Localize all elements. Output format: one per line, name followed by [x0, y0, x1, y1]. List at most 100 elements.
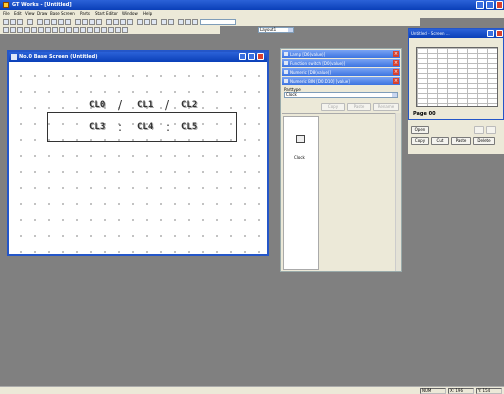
process-lamp[interactable]: Lamp [D6(value)] ×	[282, 50, 400, 58]
clock-field-cl1[interactable]: CL1	[137, 100, 153, 110]
pie-icon[interactable]	[59, 27, 65, 33]
chevron-down-icon[interactable]	[288, 28, 293, 32]
help-icon[interactable]	[168, 19, 174, 25]
redo-icon[interactable]	[65, 19, 71, 25]
fill-icon[interactable]	[73, 27, 79, 33]
menu-parts[interactable]: Parts	[80, 11, 90, 16]
open-icon[interactable]	[10, 19, 16, 25]
grid-icon[interactable]	[151, 19, 157, 25]
screen-thumbnail[interactable]	[416, 47, 498, 107]
process-numeric[interactable]: Numeric [D8(value)] ×	[282, 68, 400, 76]
open-button[interactable]: Open	[411, 126, 429, 134]
flip-icon[interactable]	[137, 19, 143, 25]
menu-bar: File Edit View Draw Base Screen Parts St…	[0, 10, 504, 18]
maximize-button[interactable]	[486, 1, 494, 9]
screen-icon[interactable]	[192, 19, 198, 25]
parttype-select[interactable]: Clock	[284, 92, 398, 98]
undo-icon[interactable]	[58, 19, 64, 25]
print-icon[interactable]	[27, 19, 33, 25]
circle-icon[interactable]	[45, 27, 51, 33]
copy-button[interactable]: Copy	[321, 103, 345, 111]
close-button[interactable]	[496, 1, 503, 9]
clock-field-cl0[interactable]: CL0	[89, 100, 105, 110]
clock-part-icon[interactable]	[296, 135, 305, 143]
zoom-input[interactable]	[200, 19, 236, 25]
front-icon[interactable]	[106, 19, 112, 25]
properties-icon[interactable]	[161, 19, 167, 25]
menu-window[interactable]: Window	[122, 11, 138, 16]
menu-start-editor[interactable]: Start Editor	[95, 11, 118, 16]
clock-field-cl3[interactable]: CL3	[89, 122, 105, 132]
delete-button[interactable]: Delete	[473, 137, 495, 145]
clock-field-cl4[interactable]: CL4	[137, 122, 153, 132]
menu-view[interactable]: View	[25, 11, 35, 16]
parts-icon[interactable]	[80, 27, 86, 33]
menu-draw[interactable]: Draw	[37, 11, 47, 16]
align-center-icon[interactable]	[82, 19, 88, 25]
menu-base-screen[interactable]: Base Screen	[50, 11, 75, 16]
menu-file[interactable]: File	[3, 11, 10, 16]
close-icon[interactable]: ×	[393, 78, 399, 84]
base-maximize-button[interactable]	[248, 53, 255, 60]
rename-button[interactable]: Rename	[373, 103, 399, 111]
layer-select[interactable]: Layout1	[258, 27, 294, 33]
switch-tool-icon[interactable]	[101, 27, 107, 33]
rotate-icon[interactable]	[144, 19, 150, 25]
base-close-button[interactable]	[257, 53, 264, 60]
process-function-switch[interactable]: Function switch [D0(value)] ×	[282, 59, 400, 67]
close-icon[interactable]: ×	[393, 69, 399, 75]
parts-scrollbar[interactable]	[395, 113, 401, 271]
select-arrow-icon[interactable]	[3, 27, 9, 33]
save-icon[interactable]	[17, 19, 23, 25]
back-icon[interactable]	[113, 19, 119, 25]
cut-icon[interactable]	[37, 19, 43, 25]
close-icon[interactable]: ×	[393, 51, 399, 57]
numeric-tool-icon[interactable]	[108, 27, 114, 33]
paste-icon[interactable]	[51, 19, 57, 25]
clock-part-label[interactable]: Clock	[294, 155, 305, 160]
clock-field-cl5[interactable]: CL5	[181, 122, 197, 132]
parts-panel: Lamp [D6(value)] × Function switch [D0(v…	[280, 48, 402, 272]
align-top-icon[interactable]	[96, 19, 102, 25]
copy-page-button[interactable]: Copy	[411, 137, 429, 145]
process-numeric-bin[interactable]: Numeric BIN [D0.D10] [value] ×	[282, 77, 400, 85]
library-icon[interactable]	[87, 27, 93, 33]
scale-icon[interactable]	[66, 27, 72, 33]
menu-help[interactable]: Help	[143, 11, 152, 16]
nav-prev-button[interactable]	[474, 126, 484, 134]
clock-field-cl2[interactable]: CL2	[181, 100, 197, 110]
cut-button[interactable]: Cut	[431, 137, 449, 145]
process-icon	[284, 52, 288, 56]
paste-page-button[interactable]: Paste	[451, 137, 471, 145]
chevron-down-icon[interactable]	[392, 93, 397, 97]
comment-tool-icon[interactable]	[115, 27, 121, 33]
paste-button[interactable]: Paste	[347, 103, 371, 111]
line-icon[interactable]	[17, 27, 23, 33]
base-minimize-button[interactable]	[239, 53, 246, 60]
layer-select-value: Layout1	[260, 27, 277, 32]
graph-tool-icon[interactable]	[122, 27, 128, 33]
screen-list-close-button[interactable]	[496, 30, 503, 37]
polyline-icon[interactable]	[24, 27, 30, 33]
close-icon[interactable]: ×	[393, 60, 399, 66]
menu-edit[interactable]: Edit	[14, 11, 22, 16]
app-icon	[3, 2, 9, 8]
screen-list-minimize-button[interactable]	[487, 30, 494, 37]
monitor-icon[interactable]	[178, 19, 184, 25]
align-right-icon[interactable]	[89, 19, 95, 25]
nav-next-button[interactable]	[486, 126, 496, 134]
zoom-icon[interactable]	[185, 19, 191, 25]
status-x: X: 196	[448, 388, 474, 394]
group-icon[interactable]	[120, 19, 126, 25]
polygon-icon[interactable]	[38, 27, 44, 33]
rectangle-icon[interactable]	[31, 27, 37, 33]
design-canvas[interactable]: CL0 / CL1 / CL2 CL3 : CL4 : CL5	[9, 62, 267, 254]
lamp-tool-icon[interactable]	[94, 27, 100, 33]
ungroup-icon[interactable]	[127, 19, 133, 25]
minimize-button[interactable]	[476, 1, 484, 9]
align-left-icon[interactable]	[75, 19, 81, 25]
arc-icon[interactable]	[52, 27, 58, 33]
new-icon[interactable]	[3, 19, 9, 25]
copy-icon[interactable]	[44, 19, 50, 25]
text-icon[interactable]	[10, 27, 16, 33]
